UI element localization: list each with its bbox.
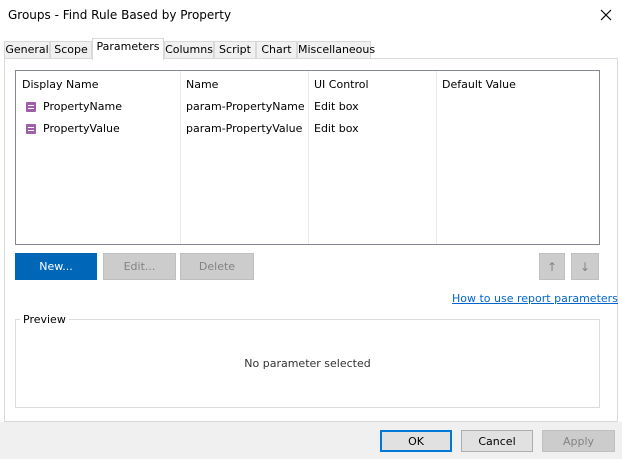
preview-empty-text: No parameter selected [244, 357, 371, 370]
parameter-icon [26, 124, 36, 134]
close-button[interactable] [590, 0, 622, 30]
table-row[interactable]: PropertyName param-PropertyName Edit box [16, 96, 599, 118]
column-header-display-name[interactable]: Display Name [22, 78, 99, 91]
tab-chart[interactable]: Chart [256, 41, 297, 58]
parameters-list[interactable]: Display Name Name UI Control Default Val… [15, 70, 600, 245]
cell-display-name: PropertyName [43, 100, 122, 113]
new-button[interactable]: New... [15, 253, 97, 280]
move-up-button[interactable]: ↑ [539, 253, 565, 280]
tab-parameters[interactable]: Parameters [92, 38, 164, 60]
tab-columns[interactable]: Columns [164, 41, 214, 58]
cell-display-name: PropertyValue [43, 122, 120, 135]
tab-miscellaneous[interactable]: Miscellaneous [297, 41, 375, 58]
window-title: Groups - Find Rule Based by Property [8, 8, 232, 22]
tab-general[interactable]: General [4, 41, 50, 58]
tab-script[interactable]: Script [214, 41, 256, 58]
cancel-button[interactable]: Cancel [461, 430, 533, 452]
close-icon [600, 9, 612, 21]
cell-name: param-PropertyName [186, 100, 305, 113]
help-link[interactable]: How to use report parameters [452, 292, 618, 305]
column-header-default-value[interactable]: Default Value [442, 78, 516, 91]
delete-button[interactable]: Delete [180, 253, 254, 280]
cell-name: param-PropertyValue [186, 122, 303, 135]
arrow-up-icon: ↑ [546, 259, 558, 274]
edit-button[interactable]: Edit... [103, 253, 176, 280]
cell-ui-control: Edit box [314, 122, 359, 135]
column-header-name[interactable]: Name [186, 78, 218, 91]
arrow-down-icon: ↓ [579, 259, 591, 274]
tab-strip: General Scope Parameters Columns Script … [4, 38, 618, 60]
table-row[interactable]: PropertyValue param-PropertyValue Edit b… [16, 118, 599, 140]
ok-button[interactable]: OK [380, 430, 452, 452]
column-header-ui-control[interactable]: UI Control [314, 78, 369, 91]
parameter-icon [26, 102, 36, 112]
title-bar: Groups - Find Rule Based by Property [0, 0, 622, 30]
move-down-button[interactable]: ↓ [571, 253, 599, 280]
cell-ui-control: Edit box [314, 100, 359, 113]
preview-legend: Preview [20, 313, 69, 326]
apply-button[interactable]: Apply [542, 430, 615, 452]
tab-scope[interactable]: Scope [50, 41, 92, 58]
